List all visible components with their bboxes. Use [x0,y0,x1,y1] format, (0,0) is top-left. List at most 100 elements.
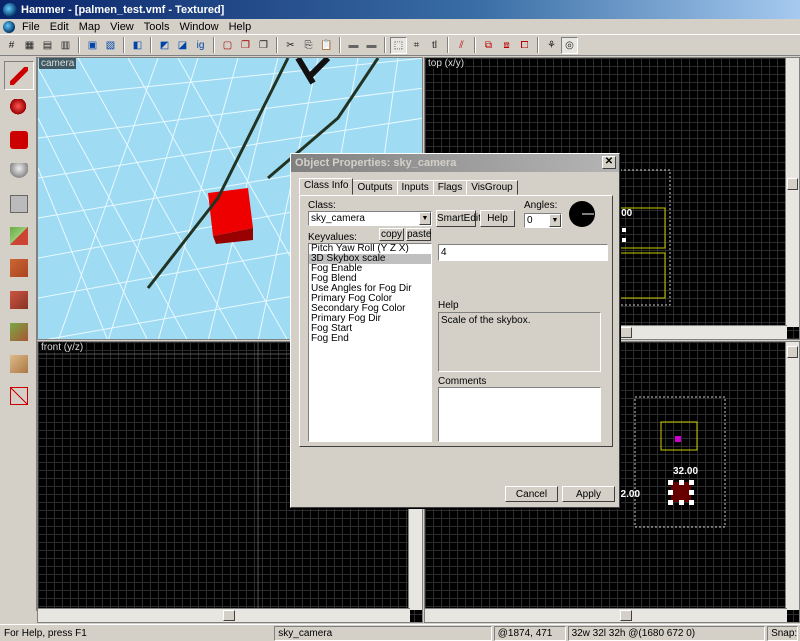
angle-dial-icon[interactable] [568,200,596,228]
world-icon[interactable]: ◎ [561,36,578,54]
front-hscroll-thumb[interactable] [223,610,235,621]
class-select[interactable]: sky_camera ▼ [308,211,432,226]
dialog-title-bar: Object Properties: sky_camera ✕ [291,154,619,172]
decal-tool[interactable] [4,285,34,314]
grid-icon[interactable]: # [3,37,20,54]
menu-bar: File Edit Map View Tools Window Help [0,19,800,34]
keyvalues-label: Keyvalues: [308,232,357,243]
menu-window[interactable]: Window [174,21,223,33]
menu-view[interactable]: View [105,21,139,33]
front-horizontal-scrollbar[interactable] [38,608,410,622]
status-object: sky_camera [274,625,492,641]
menu-file[interactable]: File [17,21,45,33]
box-paste-icon[interactable]: ❐ [255,37,272,54]
tab-flags[interactable]: Flags [432,180,468,195]
keyvalues-list[interactable]: Pitch Yaw Roll (Y Z X) 3D Skybox scale F… [308,243,432,442]
overlay-icon [10,322,28,341]
3d-grid-icon[interactable]: ▦ [21,37,38,54]
angles-label: Angles: [524,200,558,211]
dialog-close-button[interactable]: ✕ [602,156,616,169]
camera-icon [10,130,28,149]
angles-select[interactable]: 0 ▼ [524,213,562,228]
box-copy-icon[interactable]: ❐ [237,37,254,54]
window-title: Hammer - [palmen_test.vmf - Textured] [21,3,225,16]
apply-button[interactable]: Apply [562,486,615,502]
comments-field[interactable] [438,387,601,442]
help-text: Scale of the skybox. [438,312,601,372]
menu-map[interactable]: Map [74,21,105,33]
value-field[interactable]: 4 [438,244,608,261]
decal-icon [10,290,28,309]
cut-icon[interactable]: ✂ [282,37,299,54]
toolbar-separator [213,37,215,53]
toolbar-separator [150,37,152,53]
entity-tool[interactable] [4,157,34,186]
texture-bar2-icon[interactable]: ▬ [363,37,380,54]
hide-icon[interactable]: ◩ [156,37,173,54]
entity-report-icon[interactable]: ◧ [129,37,146,54]
carve-icon[interactable]: ▣ [84,37,101,54]
camera-tool[interactable] [4,125,34,154]
texture-bar-icon[interactable]: ▬ [345,37,362,54]
box-wire-icon[interactable]: ▢ [219,37,236,54]
texture-application-icon [10,226,28,245]
document-icon[interactable] [3,20,15,33]
flip-v-icon[interactable]: ⧈ [498,37,515,54]
select-icon[interactable]: ⌗ [408,37,425,54]
menu-help[interactable]: Help [224,21,257,33]
selection-tool[interactable] [4,61,34,90]
selection-box-icon[interactable]: ⬚ [390,36,407,54]
ignore-group-icon[interactable]: ig [192,37,209,54]
vertex-tool[interactable] [4,381,34,410]
top-hscroll-thumb[interactable] [620,327,632,338]
dialog-title: Object Properties: sky_camera [295,157,457,169]
tab-class-info[interactable]: Class Info [299,178,354,195]
group-icon[interactable]: ▧ [102,37,119,54]
entity-link-icon[interactable]: ⚘ [543,37,560,54]
top-vertical-scrollbar[interactable] [785,58,799,327]
side-horizontal-scrollbar[interactable] [425,608,787,622]
block-tool[interactable] [4,189,34,218]
magnify-tool[interactable] [4,93,34,122]
help-heading: Help [438,300,459,311]
clip-icon[interactable]: ⫽ [453,37,470,54]
menu-edit[interactable]: Edit [45,21,74,33]
top-viewport-label: top (x/y) [426,58,467,69]
toolbar-separator [537,37,539,53]
list-item[interactable]: Fog End [309,334,431,344]
chevron-down-icon[interactable]: ▼ [419,212,431,225]
flip-z-icon[interactable]: ⧠ [516,37,533,54]
side-hscroll-thumb[interactable] [620,610,632,621]
show-icon[interactable]: ◪ [174,37,191,54]
smartedit-button[interactable]: SmartEdit [436,210,481,227]
texture-application-tool[interactable] [4,221,34,250]
menu-tools[interactable]: Tools [139,21,175,33]
toolbar-separator [123,37,125,53]
flip-h-icon[interactable]: ⧉ [480,37,497,54]
sky-camera-entity[interactable] [208,188,253,236]
clipping-tool[interactable] [4,349,34,378]
paste-button[interactable]: paste [406,228,431,241]
title-bar: Hammer - [palmen_test.vmf - Textured] [0,0,800,19]
apply-texture-tool[interactable] [4,253,34,282]
tab-inputs[interactable]: Inputs [396,180,434,195]
tab-outputs[interactable]: Outputs [352,180,398,195]
grid-smaller-icon[interactable]: ▤ [39,37,56,54]
toolbar-separator [276,37,278,53]
class-value: sky_camera [311,213,365,224]
top-vscroll-thumb[interactable] [787,178,798,190]
side-vertical-scrollbar[interactable] [785,342,799,610]
entity-icon [10,162,28,181]
paste-icon[interactable]: 📋 [318,37,335,54]
tab-visgroup[interactable]: VisGroup [466,180,518,195]
clipping-icon [10,354,28,373]
overlay-tool[interactable] [4,317,34,346]
copy-icon[interactable]: ⎘ [300,37,317,54]
copy-button[interactable]: copy [379,228,404,241]
grid-larger-icon[interactable]: ▥ [57,37,74,54]
text-select-icon[interactable]: tl [426,37,443,54]
chevron-down-icon[interactable]: ▼ [549,214,561,227]
side-vscroll-thumb[interactable] [787,346,798,358]
help-button[interactable]: Help [480,210,515,227]
cancel-button[interactable]: Cancel [505,486,558,502]
